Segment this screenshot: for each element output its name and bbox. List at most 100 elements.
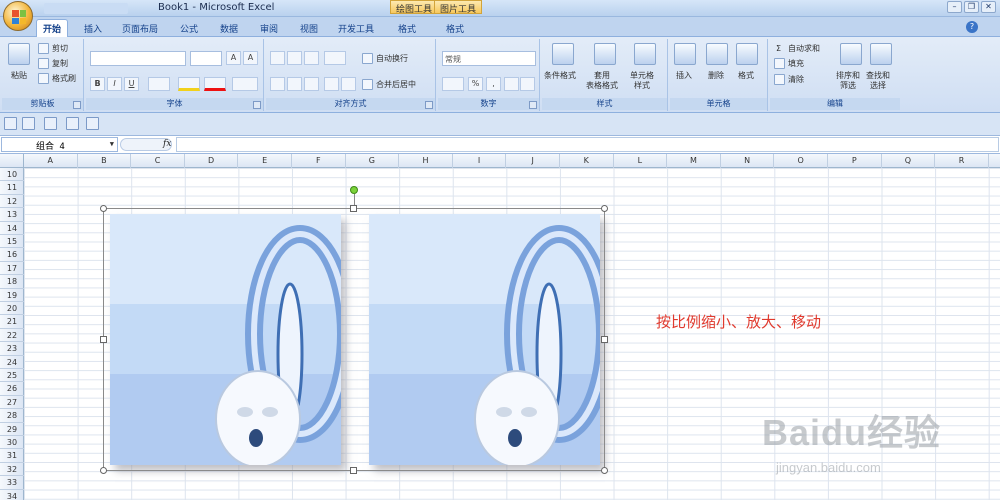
resize-handle-top-left[interactable] xyxy=(100,205,107,212)
row-header-25[interactable]: 25 xyxy=(0,369,24,383)
fill-color-icon[interactable] xyxy=(178,77,200,91)
underline-button[interactable]: U xyxy=(124,77,139,91)
align-top-icon[interactable] xyxy=(270,51,285,65)
insert-cells-icon[interactable] xyxy=(674,43,696,65)
resize-handle-top-right[interactable] xyxy=(601,205,608,212)
cell-styles-icon[interactable] xyxy=(634,43,656,65)
row-header-34[interactable]: 34 xyxy=(0,490,24,500)
context-tab-drawing-tools[interactable]: 绘图工具 xyxy=(390,0,439,15)
resize-handle-top[interactable] xyxy=(350,205,357,212)
autosum-button[interactable]: 自动求和 xyxy=(788,44,820,54)
tab-review[interactable]: 审阅 xyxy=(254,20,284,37)
align-middle-icon[interactable] xyxy=(287,51,302,65)
sort-filter-icon[interactable] xyxy=(840,43,862,65)
resize-handle-left[interactable] xyxy=(100,336,107,343)
column-header-d[interactable]: D xyxy=(185,154,239,168)
sigma-icon[interactable]: Σ xyxy=(776,44,781,54)
currency-icon[interactable] xyxy=(442,77,464,91)
paste-icon[interactable] xyxy=(8,43,30,65)
column-header-e[interactable]: E xyxy=(238,154,292,168)
cell-styles-button[interactable]: 单元格 样式 xyxy=(630,71,654,91)
align-center-icon[interactable] xyxy=(287,77,302,91)
rotate-handle[interactable] xyxy=(350,186,358,194)
undo-icon[interactable] xyxy=(22,117,35,130)
column-header-a[interactable]: A xyxy=(24,154,78,168)
row-header-12[interactable]: 12 xyxy=(0,195,24,209)
column-header-o[interactable]: O xyxy=(774,154,828,168)
column-header-h[interactable]: H xyxy=(399,154,453,168)
context-tab-picture-tools[interactable]: 图片工具 xyxy=(434,0,483,15)
eraser-icon[interactable] xyxy=(774,74,785,85)
table-format-button[interactable]: 套用 表格格式 xyxy=(586,71,618,91)
column-header-c[interactable]: C xyxy=(131,154,185,168)
italic-button[interactable]: I xyxy=(107,77,122,91)
delete-cells-icon[interactable] xyxy=(706,43,728,65)
font-color-icon[interactable] xyxy=(204,77,226,91)
find-select-button[interactable]: 查找和 选择 xyxy=(866,71,890,91)
clipboard-launcher-icon[interactable] xyxy=(73,101,81,109)
row-header-27[interactable]: 27 xyxy=(0,396,24,410)
paste-button[interactable]: 粘贴 xyxy=(11,71,27,81)
help-icon[interactable]: ? xyxy=(966,21,978,33)
border-icon[interactable] xyxy=(148,77,170,91)
fill-icon[interactable] xyxy=(774,58,785,69)
sort-filter-button[interactable]: 排序和 筛选 xyxy=(836,71,860,91)
format-cells-button[interactable]: 格式 xyxy=(738,71,754,81)
orientation-icon[interactable] xyxy=(324,51,346,65)
row-header-10[interactable]: 10 xyxy=(0,168,24,182)
align-left-icon[interactable] xyxy=(270,77,285,91)
row-header-26[interactable]: 26 xyxy=(0,382,24,396)
insert-cells-button[interactable]: 插入 xyxy=(676,71,692,81)
formula-input[interactable] xyxy=(176,137,999,152)
column-header-p[interactable]: P xyxy=(828,154,882,168)
row-header-31[interactable]: 31 xyxy=(0,449,24,463)
align-right-icon[interactable] xyxy=(304,77,319,91)
tab-formulas[interactable]: 公式 xyxy=(174,20,204,37)
copy-button[interactable]: 复制 xyxy=(52,59,68,69)
column-header-f[interactable]: F xyxy=(292,154,346,168)
cut-button[interactable]: 剪切 xyxy=(52,44,68,54)
font-launcher-icon[interactable] xyxy=(253,101,261,109)
format-cells-icon[interactable] xyxy=(736,43,758,65)
find-select-icon[interactable] xyxy=(870,43,892,65)
copy-icon[interactable] xyxy=(38,58,49,69)
decrease-indent-icon[interactable] xyxy=(324,77,339,91)
redo-icon[interactable] xyxy=(44,117,57,130)
row-header-24[interactable]: 24 xyxy=(0,356,24,369)
row-header-16[interactable]: 16 xyxy=(0,248,24,262)
delete-cells-button[interactable]: 删除 xyxy=(708,71,724,81)
minimize-icon[interactable]: – xyxy=(947,1,962,13)
number-launcher-icon[interactable] xyxy=(529,101,537,109)
column-header-k[interactable]: K xyxy=(560,154,614,168)
shrink-font-icon[interactable]: A xyxy=(243,51,258,65)
conditional-format-button[interactable]: 条件格式 xyxy=(544,71,576,81)
decrease-decimal-icon[interactable] xyxy=(520,77,535,91)
customize-icon[interactable] xyxy=(86,117,99,130)
bold-button[interactable]: B xyxy=(90,77,105,91)
align-bottom-icon[interactable] xyxy=(304,51,319,65)
column-header-j[interactable]: J xyxy=(506,154,560,168)
wrap-text-icon[interactable] xyxy=(362,53,373,64)
tab-data[interactable]: 数据 xyxy=(214,20,244,37)
column-header-m[interactable]: M xyxy=(667,154,721,168)
column-header-q[interactable]: Q xyxy=(882,154,936,168)
row-header-19[interactable]: 19 xyxy=(0,289,24,302)
alignment-launcher-icon[interactable] xyxy=(425,101,433,109)
font-size-select[interactable] xyxy=(190,51,222,66)
table-format-icon[interactable] xyxy=(594,43,616,65)
restore-icon[interactable]: ❐ xyxy=(964,1,979,13)
format-painter-icon[interactable] xyxy=(38,73,49,84)
row-header-18[interactable]: 18 xyxy=(0,275,24,289)
row-header-33[interactable]: 33 xyxy=(0,476,24,490)
cut-icon[interactable] xyxy=(38,43,49,54)
format-painter-button[interactable]: 格式刷 xyxy=(52,74,76,84)
resize-handle-bottom[interactable] xyxy=(350,467,357,474)
fx-icon[interactable]: fx xyxy=(163,139,171,149)
column-header-i[interactable]: I xyxy=(453,154,507,168)
percent-icon[interactable]: % xyxy=(468,77,483,91)
tab-insert[interactable]: 插入 xyxy=(78,20,108,37)
row-header-13[interactable]: 13 xyxy=(0,208,24,222)
tab-page-layout[interactable]: 页面布局 xyxy=(116,20,164,37)
clear-button[interactable]: 清除 xyxy=(788,75,804,85)
row-header-32[interactable]: 32 xyxy=(0,463,24,477)
